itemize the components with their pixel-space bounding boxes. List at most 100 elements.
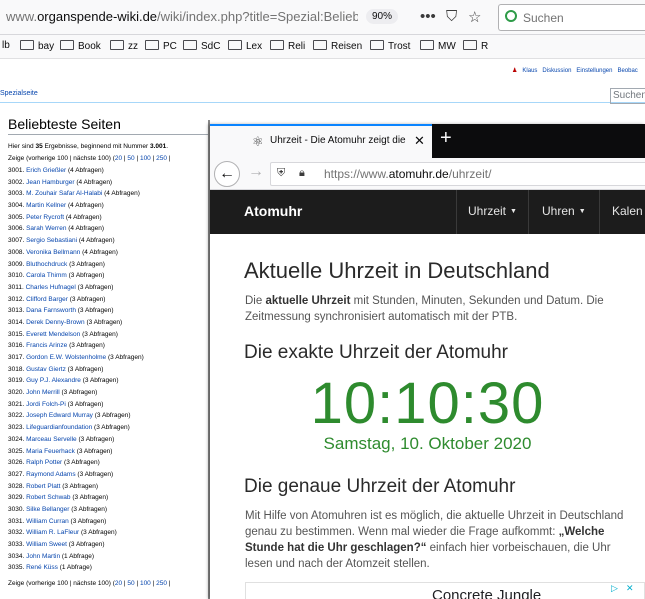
result-link[interactable]: Guy P.J. Alexandre xyxy=(26,377,81,384)
result-link[interactable]: Sergio Sebastiani xyxy=(26,237,77,244)
nav-next: nächste 100 xyxy=(73,155,109,162)
more-icon[interactable]: ••• xyxy=(420,8,436,25)
address-bar[interactable]: www.organspende-wiki.de/wiki/index.php?t… xyxy=(6,9,358,24)
result-link[interactable]: Veronika Bellmann xyxy=(26,249,80,256)
list-item: 3020. John Merrill (3 Abfragen) xyxy=(8,387,212,399)
result-count: (3 Abfragen) xyxy=(82,330,118,338)
result-number: 3022. xyxy=(8,412,25,420)
nav-limit-100[interactable]: 100 xyxy=(140,155,151,162)
star-icon[interactable]: ☆ xyxy=(468,8,481,26)
nav-limit-100[interactable]: 100 xyxy=(140,580,151,587)
result-link[interactable]: Silke Bellanger xyxy=(26,506,69,513)
settings-link[interactable]: Einstellungen xyxy=(576,68,612,74)
search-box[interactable]: Suchen xyxy=(498,4,645,31)
result-link[interactable]: Raymond Adams xyxy=(26,471,76,478)
bookmark-item[interactable]: Reli xyxy=(270,40,305,52)
result-link[interactable]: Robert Schwab xyxy=(26,494,70,501)
nav-limit-50[interactable]: 50 xyxy=(127,580,134,587)
bookmark-item[interactable]: Trost xyxy=(370,40,410,52)
menu-uhren[interactable]: Uhren ▼ xyxy=(542,204,586,218)
info-count: 35 xyxy=(35,143,43,150)
result-link[interactable]: Sarah Werren xyxy=(26,225,66,232)
watchlist-link[interactable]: Beobac xyxy=(617,68,637,74)
result-link[interactable]: Martin Kellner xyxy=(26,202,66,209)
bookmark-label: MW xyxy=(438,41,456,52)
result-link[interactable]: Charles Hufnagel xyxy=(26,284,76,291)
ad-close-icon[interactable]: ✕ xyxy=(626,583,634,594)
nav-prev: vorherige 100 xyxy=(28,580,68,587)
bookmarks-bar: lb bay Book zz PC SdC Lex Reli Reisen Tr… xyxy=(0,35,645,59)
nav-limit-250[interactable]: 250 xyxy=(156,580,167,587)
nav-prev: vorherige 100 xyxy=(28,155,68,162)
bookmark-item[interactable]: Reisen xyxy=(313,40,362,52)
ad-info-icon[interactable]: ▷ xyxy=(611,583,618,594)
menu-uhrzeit[interactable]: Uhrzeit ▼ xyxy=(468,204,517,218)
tab-divider xyxy=(0,102,645,103)
result-link[interactable]: Dana Farnsworth xyxy=(26,307,76,314)
zoom-badge[interactable]: 90% xyxy=(366,9,399,24)
bookmark-item[interactable]: lb xyxy=(2,40,10,51)
result-link[interactable]: William Sweet xyxy=(26,541,67,548)
address-bar[interactable]: ⛨ 🔒︎ https://www.atomuhr.de/uhrzeit/ xyxy=(270,162,645,186)
folder-icon xyxy=(60,40,74,50)
result-link[interactable]: John Martin xyxy=(26,553,60,560)
bookmark-item[interactable]: bay xyxy=(20,40,54,52)
forward-arrow-icon[interactable]: → xyxy=(248,163,264,181)
menu-kalender[interactable]: Kalen xyxy=(612,204,643,218)
result-number: 3008. xyxy=(8,248,25,256)
result-link[interactable]: John Merrill xyxy=(26,389,60,396)
lock-icon[interactable]: 🔒︎ xyxy=(299,167,305,180)
result-link[interactable]: Marceau Servelle xyxy=(26,436,77,443)
discussion-link[interactable]: Diskussion xyxy=(542,68,571,74)
result-link[interactable]: Jean Hamburger xyxy=(26,179,74,186)
nav-limit-20[interactable]: 20 xyxy=(115,580,122,587)
bookmark-item[interactable]: MW xyxy=(420,40,456,52)
result-link[interactable]: Francis Arinze xyxy=(26,342,67,349)
result-link[interactable]: M. Zouhair Safar Al-Halabi xyxy=(26,190,102,197)
bookmark-item[interactable]: zz xyxy=(110,40,138,52)
user-link[interactable]: Klaus xyxy=(522,68,537,74)
tab-special-page[interactable]: Spezialseite xyxy=(0,90,38,97)
result-count: (3 Abfragen) xyxy=(68,272,105,280)
bookmark-item[interactable]: PC xyxy=(145,40,177,52)
result-link[interactable]: William Curran xyxy=(26,518,69,525)
nav-limit-250[interactable]: 250 xyxy=(156,155,167,162)
result-link[interactable]: Gordon E.W. Wolstenholme xyxy=(26,354,106,361)
bookmark-label: zz xyxy=(128,41,138,52)
result-link[interactable]: Gustav Giertz xyxy=(26,366,66,373)
nav-limit-20[interactable]: 20 xyxy=(115,155,122,162)
atom-icon: ⚛ xyxy=(252,134,264,149)
shield-icon[interactable]: ⛨ xyxy=(277,167,285,180)
result-link[interactable]: Maria Feuerhack xyxy=(26,448,75,455)
result-link[interactable]: Jordi Folch-Pi xyxy=(26,401,66,408)
bookmark-item[interactable]: SdC xyxy=(183,40,220,52)
new-tab-icon[interactable]: + xyxy=(440,127,452,150)
result-link[interactable]: Clifford Barger xyxy=(26,296,68,303)
bookmark-item[interactable]: R xyxy=(463,40,488,52)
close-icon[interactable]: ✕ xyxy=(414,133,425,149)
result-link[interactable]: Derek Denny-Brown xyxy=(26,319,85,326)
result-link[interactable]: Everett Mendelson xyxy=(26,331,80,338)
result-link[interactable]: Ralph Potter xyxy=(26,459,62,466)
result-link[interactable]: Bluthochdruck xyxy=(26,261,67,268)
bookmark-item[interactable]: Book xyxy=(60,40,101,52)
browser-window-atomuhr: ⚛ Uhrzeit - Die Atomuhr zeigt die ✕ + ← … xyxy=(210,124,645,599)
result-link[interactable]: Joseph Edward Murray xyxy=(26,412,93,419)
back-arrow-icon[interactable]: ← xyxy=(214,161,240,187)
result-link[interactable]: Erich Grießler xyxy=(26,167,66,174)
list-item: 3030. Silke Bellanger (3 Abfragen) xyxy=(8,504,212,516)
result-link[interactable]: Carola Thimm xyxy=(26,272,67,279)
result-link[interactable]: William R. LaFleur xyxy=(26,529,79,536)
nav-limit-50[interactable]: 50 xyxy=(127,155,134,162)
result-link[interactable]: Peter Rycroft xyxy=(26,214,64,221)
pocket-icon[interactable]: ⛉ xyxy=(446,8,457,25)
ad-banner[interactable]: Concrete Jungle ▷ ✕ xyxy=(245,582,645,599)
result-link[interactable]: Robert Platt xyxy=(26,483,60,490)
result-link[interactable]: Lifeguardianfoundation xyxy=(26,424,92,431)
site-logo[interactable]: Atomuhr xyxy=(244,203,302,219)
result-link[interactable]: René Küss xyxy=(26,564,58,571)
wiki-search-input[interactable]: Suchen xyxy=(610,88,645,104)
tab-atomuhr[interactable]: ⚛ Uhrzeit - Die Atomuhr zeigt die ✕ xyxy=(210,124,432,158)
bookmark-item[interactable]: Lex xyxy=(228,40,262,52)
result-count: (3 Abfragen) xyxy=(77,283,114,291)
